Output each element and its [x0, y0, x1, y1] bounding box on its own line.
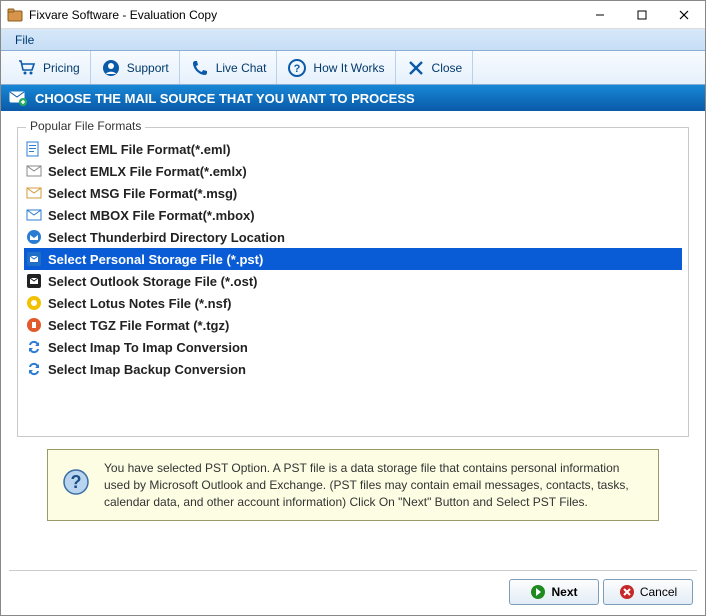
format-imapbackup[interactable]: Select Imap Backup Conversion	[24, 358, 682, 380]
format-nsf[interactable]: Select Lotus Notes File (*.nsf)	[24, 292, 682, 314]
question-icon: ?	[287, 58, 307, 78]
banner: CHOOSE THE MAIL SOURCE THAT YOU WANT TO …	[1, 85, 705, 111]
info-box: ? You have selected PST Option. A PST fi…	[47, 449, 659, 521]
format-label: Select EMLX File Format(*.emlx)	[48, 164, 247, 179]
close-label: Close	[432, 61, 463, 75]
imap-backup-icon	[26, 361, 42, 377]
headset-icon	[101, 58, 121, 78]
howitworks-label: How It Works	[313, 61, 384, 75]
next-label: Next	[551, 585, 577, 599]
svg-text:?: ?	[71, 472, 82, 492]
toolbar: Pricing Support Live Chat ? How It Works…	[1, 51, 705, 85]
window-controls	[579, 1, 705, 29]
formats-fieldset: Popular File Formats Select EML File For…	[17, 127, 689, 437]
format-label: Select MBOX File Format(*.mbox)	[48, 208, 255, 223]
divider	[9, 570, 697, 571]
format-tgz[interactable]: Select TGZ File Format (*.tgz)	[24, 314, 682, 336]
maximize-button[interactable]	[621, 1, 663, 29]
format-label: Select TGZ File Format (*.tgz)	[48, 318, 229, 333]
format-list: Select EML File Format(*.eml) Select EML…	[24, 138, 682, 380]
nsf-icon	[26, 295, 42, 311]
info-text: You have selected PST Option. A PST file…	[104, 460, 644, 510]
titlebar: Fixvare Software - Evaluation Copy	[1, 1, 705, 29]
livechat-label: Live Chat	[216, 61, 267, 75]
emlx-icon	[26, 163, 42, 179]
format-thunderbird[interactable]: Select Thunderbird Directory Location	[24, 226, 682, 248]
pricing-label: Pricing	[43, 61, 80, 75]
cancel-icon	[619, 584, 635, 600]
cancel-label: Cancel	[640, 585, 677, 599]
banner-text: CHOOSE THE MAIL SOURCE THAT YOU WANT TO …	[35, 91, 415, 106]
next-button[interactable]: Next	[509, 579, 599, 605]
support-label: Support	[127, 61, 169, 75]
close-window-button[interactable]	[663, 1, 705, 29]
pricing-button[interactable]: Pricing	[7, 51, 91, 84]
format-emlx[interactable]: Select EMLX File Format(*.emlx)	[24, 160, 682, 182]
svg-text:?: ?	[294, 63, 301, 75]
format-label: Select Imap Backup Conversion	[48, 362, 246, 377]
format-imap2imap[interactable]: Select Imap To Imap Conversion	[24, 336, 682, 358]
minimize-button[interactable]	[579, 1, 621, 29]
eml-icon	[26, 141, 42, 157]
format-label: Select Imap To Imap Conversion	[48, 340, 248, 355]
phone-icon	[190, 58, 210, 78]
mbox-icon	[26, 207, 42, 223]
format-label: Select Thunderbird Directory Location	[48, 230, 285, 245]
menu-file[interactable]: File	[7, 31, 42, 49]
format-label: Select EML File Format(*.eml)	[48, 142, 231, 157]
support-button[interactable]: Support	[91, 51, 180, 84]
format-label: Select Lotus Notes File (*.nsf)	[48, 296, 231, 311]
format-msg[interactable]: Select MSG File Format(*.msg)	[24, 182, 682, 204]
cancel-button[interactable]: Cancel	[603, 579, 693, 605]
msg-icon	[26, 185, 42, 201]
info-question-icon: ?	[62, 468, 90, 496]
close-toolbar-button[interactable]: Close	[396, 51, 474, 84]
x-icon	[406, 58, 426, 78]
format-mbox[interactable]: Select MBOX File Format(*.mbox)	[24, 204, 682, 226]
format-label: Select Personal Storage File (*.pst)	[48, 252, 263, 267]
format-label: Select Outlook Storage File (*.ost)	[48, 274, 257, 289]
fieldset-legend: Popular File Formats	[26, 119, 145, 133]
format-pst[interactable]: Select Personal Storage File (*.pst)	[24, 248, 682, 270]
format-eml[interactable]: Select EML File Format(*.eml)	[24, 138, 682, 160]
main-area: Popular File Formats Select EML File For…	[1, 111, 705, 548]
arrow-right-icon	[530, 584, 546, 600]
howitworks-button[interactable]: ? How It Works	[277, 51, 395, 84]
pst-icon	[26, 251, 42, 267]
tgz-icon	[26, 317, 42, 333]
ost-icon	[26, 273, 42, 289]
livechat-button[interactable]: Live Chat	[180, 51, 278, 84]
format-label: Select MSG File Format(*.msg)	[48, 186, 237, 201]
footer: Next Cancel	[509, 579, 693, 605]
imap-sync-icon	[26, 339, 42, 355]
thunderbird-icon	[26, 229, 42, 245]
app-icon	[7, 7, 23, 23]
mail-plus-icon	[9, 89, 27, 107]
window-title: Fixvare Software - Evaluation Copy	[29, 8, 579, 22]
menubar: File	[1, 29, 705, 51]
cart-icon	[17, 58, 37, 78]
format-ost[interactable]: Select Outlook Storage File (*.ost)	[24, 270, 682, 292]
